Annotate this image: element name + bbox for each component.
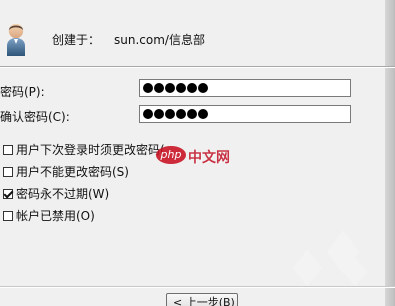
created-value: sun.com/信息部 (114, 33, 205, 47)
confirm-password-dot (176, 109, 186, 119)
watermark-text: 中文网 (188, 150, 230, 166)
password-input[interactable] (139, 79, 351, 97)
must-change-password-label[interactable]: 用户下次登录时须更改密码( (16, 141, 165, 158)
confirm-password-dot (198, 109, 208, 119)
confirm-password-dot (165, 109, 175, 119)
user-avatar-icon (7, 23, 25, 56)
password-dot (165, 83, 175, 93)
back-button[interactable]: < 上一步(B) (166, 293, 238, 306)
must-change-password-checkbox[interactable] (3, 145, 13, 155)
cannot-change-password-checkbox[interactable] (3, 167, 13, 177)
account-disabled-label[interactable]: 帐户已禁用(O) (16, 207, 95, 224)
cannot-change-password-label[interactable]: 用户不能更改密码(S) (16, 163, 129, 180)
account-disabled-checkbox[interactable] (3, 211, 13, 221)
confirm-password-label: 确认密码(C): (0, 110, 70, 124)
password-never-expires-checkbox[interactable] (3, 189, 13, 199)
window-edge (385, 0, 395, 306)
decorative-sparkle-icon (293, 230, 367, 286)
password-label: 密码(P): (0, 85, 45, 99)
password-dot (154, 83, 164, 93)
confirm-password-dot (154, 109, 164, 119)
confirm-password-input[interactable] (139, 105, 351, 123)
footer-separator (0, 286, 395, 288)
header-separator (0, 66, 395, 68)
confirm-password-dot (143, 109, 153, 119)
created-label: 创建于： (52, 33, 101, 47)
password-dot (143, 83, 153, 93)
php-watermark: php 中文网 (156, 145, 246, 169)
watermark-badge: php (156, 146, 186, 164)
password-never-expires-label[interactable]: 密码永不过期(W) (16, 185, 109, 202)
password-dot (198, 83, 208, 93)
password-dot (176, 83, 186, 93)
confirm-password-dot (187, 109, 197, 119)
password-dot (187, 83, 197, 93)
